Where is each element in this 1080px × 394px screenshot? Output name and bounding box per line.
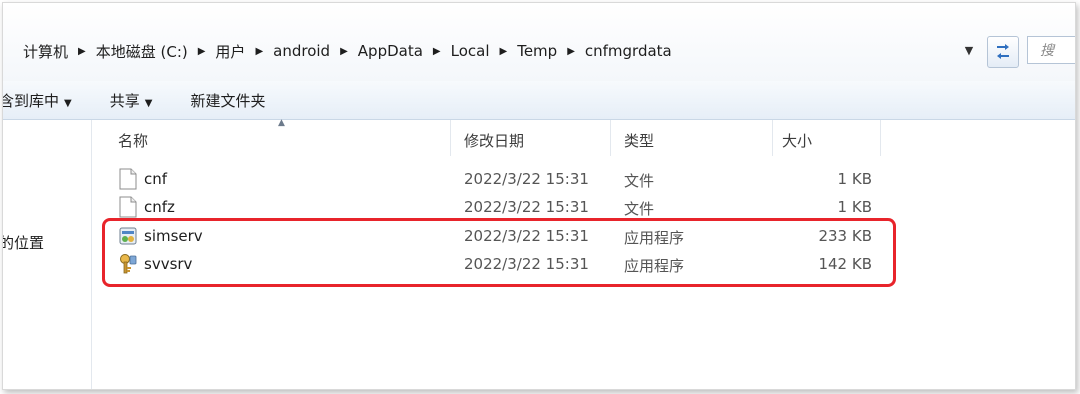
breadcrumb-item-android[interactable]: android: [267, 42, 336, 60]
breadcrumb: 计算机 ▶ 本地磁盘 (C:) ▶ 用户 ▶ android ▶ AppData…: [17, 36, 979, 66]
column-divider[interactable]: [450, 120, 451, 156]
column-header-type[interactable]: 类型: [624, 130, 654, 151]
file-row-simserv[interactable]: simserv 2022/3/22 15:31 应用程序 233 KB: [92, 223, 1075, 251]
breadcrumb-item-temp[interactable]: Temp: [511, 42, 563, 60]
command-bar: 含到库中 ▼ 共享 ▼ 新建文件夹: [3, 81, 1075, 120]
navigation-pane: 的位置: [3, 120, 92, 389]
breadcrumb-arrow-icon[interactable]: ▶: [336, 46, 352, 57]
file-row-cnf[interactable]: cnf 2022/3/22 15:31 文件 1 KB: [92, 166, 1075, 194]
explorer-window: 计算机 ▶ 本地磁盘 (C:) ▶ 用户 ▶ android ▶ AppData…: [2, 2, 1076, 390]
column-header-date[interactable]: 修改日期: [464, 130, 524, 151]
file-row-svvsrv[interactable]: svvsrv 2022/3/22 15:31 应用程序 142 KB: [92, 251, 1075, 279]
file-size: 1 KB: [837, 170, 872, 188]
file-name: svvsrv: [144, 255, 193, 273]
include-in-library-button[interactable]: 含到库中 ▼: [2, 90, 72, 111]
column-header-size[interactable]: 大小: [782, 130, 812, 151]
breadcrumb-arrow-icon[interactable]: ▶: [74, 46, 90, 57]
include-in-library-label: 含到库中: [2, 91, 60, 110]
share-label: 共享: [109, 91, 140, 110]
column-headers: ▲ 名称 修改日期 类型 大小: [92, 118, 1075, 156]
search-input[interactable]: 搜: [1027, 36, 1075, 64]
file-date: 2022/3/22 15:31: [464, 170, 589, 188]
address-bar: 计算机 ▶ 本地磁盘 (C:) ▶ 用户 ▶ android ▶ AppData…: [3, 3, 1075, 89]
file-type: 应用程序: [624, 229, 685, 247]
file-type: 文件: [624, 200, 655, 218]
file-size: 233 KB: [818, 227, 872, 245]
sort-ascending-icon: ▲: [278, 118, 285, 128]
column-divider[interactable]: [772, 120, 773, 156]
breadcrumb-item-drive-c[interactable]: 本地磁盘 (C:): [90, 41, 194, 62]
address-history-dropdown-icon[interactable]: ▼: [961, 43, 977, 59]
file-date: 2022/3/22 15:31: [464, 255, 589, 273]
breadcrumb-arrow-icon[interactable]: ▶: [563, 46, 579, 57]
breadcrumb-item-cnfmgrdata[interactable]: cnfmgrdata: [579, 42, 678, 60]
refresh-button[interactable]: [987, 36, 1019, 68]
application-icon: [119, 227, 137, 245]
file-size: 142 KB: [818, 255, 872, 273]
file-type: 文件: [624, 172, 655, 190]
breadcrumb-item-local[interactable]: Local: [445, 42, 496, 60]
column-header-name[interactable]: 名称: [118, 130, 148, 151]
file-row-cnfz[interactable]: cnfz 2022/3/22 15:31 文件 1 KB: [92, 194, 1075, 222]
file-list: ▲ 名称 修改日期 类型 大小 cnf 2022/3/22 15:31 文件 1…: [92, 118, 1075, 389]
share-button[interactable]: 共享 ▼: [110, 90, 153, 111]
file-type: 应用程序: [624, 257, 685, 275]
nav-item-locations[interactable]: 的位置: [3, 232, 44, 253]
breadcrumb-item-appdata[interactable]: AppData: [352, 42, 429, 60]
breadcrumb-arrow-icon[interactable]: ▶: [496, 46, 512, 57]
column-divider[interactable]: [880, 120, 881, 156]
breadcrumb-arrow-icon[interactable]: ▶: [194, 46, 210, 57]
breadcrumb-arrow-icon[interactable]: ▶: [251, 46, 267, 57]
file-date: 2022/3/22 15:31: [464, 198, 589, 216]
file-name: cnf: [144, 170, 168, 188]
blank-file-icon: [119, 168, 137, 190]
file-name: cnfz: [144, 198, 175, 216]
chevron-down-icon: ▼: [64, 97, 72, 109]
new-folder-button[interactable]: 新建文件夹: [190, 90, 265, 111]
chevron-down-icon: ▼: [144, 97, 153, 109]
application-key-icon: [120, 254, 137, 274]
file-size: 1 KB: [837, 198, 872, 216]
column-divider[interactable]: [610, 120, 611, 156]
blank-file-icon: [119, 196, 137, 218]
file-name: simserv: [144, 227, 203, 245]
breadcrumb-arrow-icon[interactable]: ▶: [429, 46, 445, 57]
refresh-icon: [997, 44, 1009, 59]
breadcrumb-item-users[interactable]: 用户: [209, 41, 251, 62]
file-date: 2022/3/22 15:31: [464, 227, 589, 245]
breadcrumb-item-computer[interactable]: 计算机: [17, 41, 74, 62]
